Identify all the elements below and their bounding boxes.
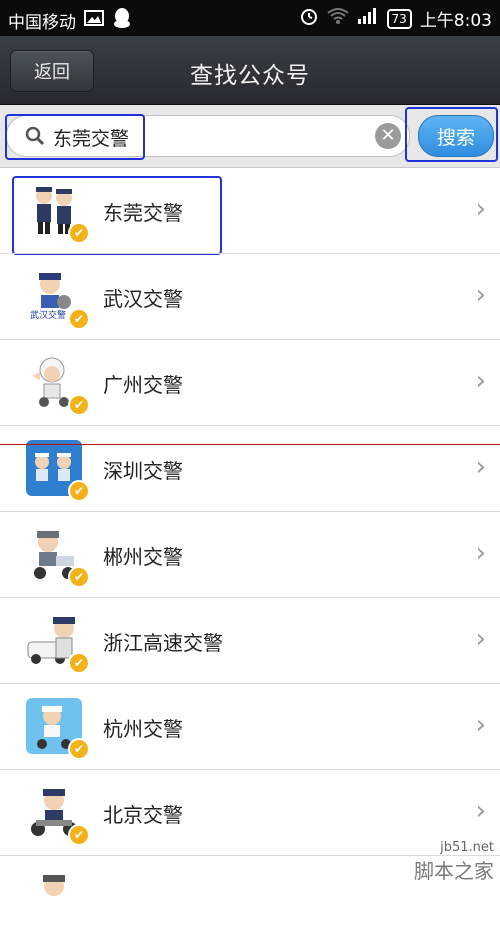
avatar: [26, 870, 82, 926]
highlight-search-input: [5, 114, 145, 160]
avatar: 武汉交警 ✔: [26, 268, 90, 330]
image-notification-icon: [84, 10, 104, 31]
chevron-right-icon: ›: [475, 280, 486, 310]
battery-icon: 73: [386, 8, 412, 29]
result-name: 郴州交警: [103, 545, 183, 569]
watermark-brand: 脚本之家: [414, 859, 494, 883]
chevron-right-icon: ›: [475, 452, 486, 482]
chevron-right-icon: ›: [475, 796, 486, 826]
result-name: 浙江高速交警: [103, 631, 223, 655]
annotation-line: [0, 444, 500, 445]
verified-icon: ✔: [68, 308, 90, 330]
signal-icon: [357, 7, 379, 30]
verified-icon: ✔: [68, 824, 90, 846]
status-bar: 中国移动 73 上午8:03: [0, 0, 500, 36]
avatar: ✔: [26, 440, 90, 502]
result-item-zhejiang-expressway[interactable]: ✔ 浙江高速交警 ›: [0, 598, 500, 684]
alarm-icon: [299, 6, 319, 31]
avatar: ✔: [26, 354, 90, 416]
battery-level: 73: [391, 11, 407, 26]
watermark-domain: jb51.net: [440, 840, 494, 855]
qq-icon: [112, 7, 132, 34]
page-title: 查找公众号: [190, 63, 310, 89]
result-name: 东莞交警: [103, 201, 183, 225]
avatar: ✔: [26, 182, 90, 244]
result-item-shenzhen[interactable]: ✔ 深圳交警 ›: [0, 426, 500, 512]
result-item-dongguan[interactable]: ✔ 东莞交警 ›: [0, 168, 500, 254]
result-item-hangzhou[interactable]: ✔ 杭州交警 ›: [0, 684, 500, 770]
chevron-right-icon: ›: [475, 538, 486, 568]
verified-icon: ✔: [68, 480, 90, 502]
highlight-search-button: [405, 107, 498, 162]
svg-text:武汉交警: 武汉交警: [30, 309, 66, 321]
avatar: ✔: [26, 526, 90, 588]
avatar: ✔: [26, 784, 90, 846]
result-name: 深圳交警: [103, 459, 183, 483]
verified-icon: ✔: [68, 222, 90, 244]
title-bar: 返回 查找公众号: [0, 36, 500, 105]
result-name: 广州交警: [103, 373, 183, 397]
avatar: ✔: [26, 698, 90, 760]
verified-icon: ✔: [68, 394, 90, 416]
result-item-guangzhou[interactable]: ✔ 广州交警 ›: [0, 340, 500, 426]
clock-time: 上午8:03: [419, 11, 492, 31]
status-right: 73 上午8:03: [299, 6, 492, 31]
result-name: 北京交警: [103, 803, 183, 827]
avatar: ✔: [26, 612, 90, 674]
verified-icon: ✔: [68, 566, 90, 588]
result-list: ✔ 东莞交警 › 武汉交警 ✔ 武汉交警 › ✔ 广州交警 › ✔ 深圳交警 ›…: [0, 168, 500, 941]
verified-icon: ✔: [68, 738, 90, 760]
watermark: jb51.net 脚本之家: [414, 840, 494, 884]
result-item-wuhan[interactable]: 武汉交警 ✔ 武汉交警 ›: [0, 254, 500, 340]
wifi-icon: [326, 7, 349, 30]
chevron-right-icon: ›: [475, 194, 486, 224]
verified-icon: ✔: [68, 652, 90, 674]
result-name: 武汉交警: [103, 287, 183, 311]
status-left: 中国移动: [8, 7, 132, 34]
clear-icon[interactable]: ✕: [375, 123, 401, 149]
chevron-right-icon: ›: [475, 624, 486, 654]
chevron-right-icon: ›: [475, 710, 486, 740]
carrier-label: 中国移动: [8, 13, 76, 33]
chevron-right-icon: ›: [475, 366, 486, 396]
result-name: 杭州交警: [103, 717, 183, 741]
result-item-chenzhou[interactable]: ✔ 郴州交警 ›: [0, 512, 500, 598]
